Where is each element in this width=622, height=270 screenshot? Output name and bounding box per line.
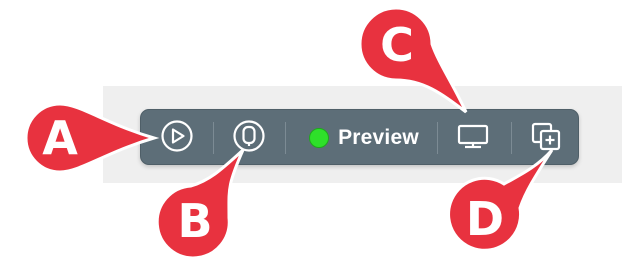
- callout-a: A: [22, 100, 160, 176]
- callout-c: C: [354, 4, 478, 116]
- preview-status-indicator: [309, 128, 330, 148]
- callout-d: D: [438, 146, 568, 262]
- callout-b: B: [143, 146, 263, 260]
- preview-label: Preview: [338, 126, 419, 149]
- separator: [285, 122, 286, 154]
- callout-a-label: A: [42, 111, 78, 165]
- callout-d-label: D: [465, 192, 505, 246]
- callout-c-label: C: [380, 18, 414, 72]
- callout-b-label: B: [177, 194, 213, 248]
- preview-button[interactable]: Preview: [299, 110, 429, 166]
